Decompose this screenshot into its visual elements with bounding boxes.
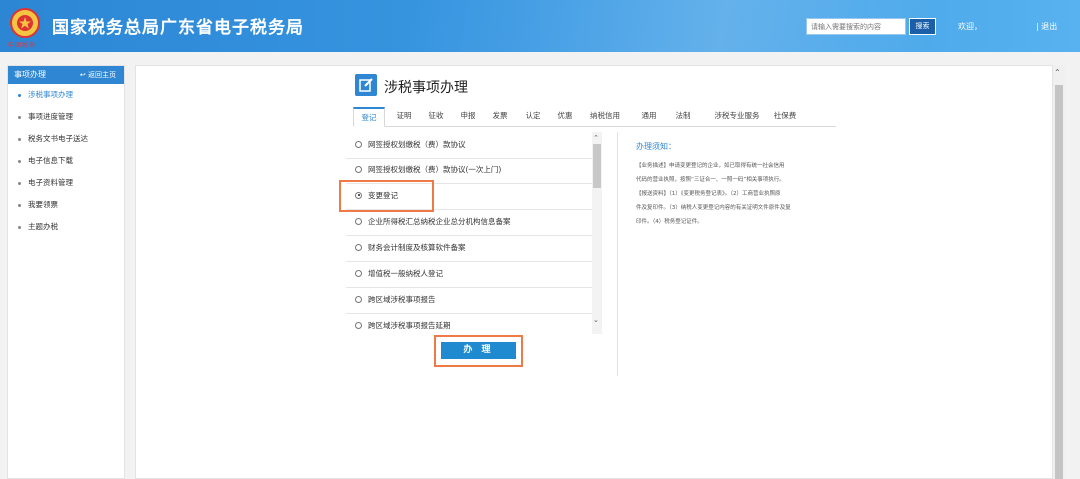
list-item[interactable]: 网签授权划缴税（费）款协议 [346, 132, 594, 159]
tab-preferential[interactable]: 优惠 [552, 107, 578, 127]
notice-line: 【业务描述】申请变更登记的企业，如已取得有统一社会信用 [636, 163, 785, 169]
radio-button[interactable] [355, 243, 362, 251]
highlight-box-selected-item [339, 180, 434, 212]
notice-line: 【报送资料】（1）《变更税务登记表》。（2）工商营业执照原 [636, 191, 781, 197]
sidebar-title: 事项办理 [14, 70, 46, 79]
list-item-label: 网签授权划缴税（费）款协议 [368, 140, 466, 149]
list-item[interactable]: 跨区域涉税事项报告延期 [346, 313, 594, 337]
top-header: 中国税务 国家税务总局广东省电子税务局 搜索 欢迎， | 退出 [0, 0, 1080, 52]
sidebar-item-invoice[interactable]: 我要领票 [8, 194, 124, 216]
tab-certificate[interactable]: 证明 [391, 107, 417, 127]
bullet-icon [18, 203, 21, 207]
list-scrollbar[interactable]: ⌃ ⌄ [592, 132, 602, 334]
scrollbar-thumb[interactable] [1055, 85, 1063, 479]
sidebar-header: 事项办理 ↩ 返回主页 [8, 66, 124, 84]
radio-button[interactable] [355, 217, 362, 225]
list-scrollbar-thumb[interactable] [593, 144, 601, 188]
bullet-icon [18, 159, 21, 163]
radio-button[interactable] [355, 269, 362, 277]
search-input[interactable] [806, 18, 906, 35]
logo-caption: 中国税务 [8, 42, 37, 49]
sidebar-item-progress[interactable]: 事项进度管理 [8, 106, 124, 128]
tab-invoice[interactable]: 发票 [487, 107, 513, 127]
welcome-text: 欢迎， [958, 22, 982, 31]
search-button[interactable]: 搜索 [909, 18, 936, 35]
item-list: 网签授权划缴税（费）款协议 网签授权划缴税（费）款协议(一次上门) 变更登记 企… [346, 132, 604, 337]
list-item-label: 企业所得税汇总纳税企业总分机构信息备案 [368, 217, 511, 226]
category-tabs: 登记 证明 征收 申报 发票 认定 优惠 纳税信用 通用 法制 涉税专业服务 社… [353, 107, 836, 127]
sidebar-item-tax-matters[interactable]: 涉税事项办理 [8, 84, 124, 106]
logout-link[interactable]: | 退出 [1036, 21, 1057, 32]
list-item[interactable]: 财务会计制度及核算软件备案 [346, 235, 594, 262]
sidebar-item-label: 涉税事项办理 [28, 90, 73, 99]
bullet-icon [18, 181, 21, 185]
list-item-label: 财务会计制度及核算软件备案 [368, 243, 466, 252]
list-item[interactable]: 增值税一般纳税人登记 [346, 261, 594, 288]
tab-professional-service[interactable]: 涉税专业服务 [705, 107, 769, 127]
site-title: 国家税务总局广东省电子税务局 [52, 18, 304, 38]
list-item[interactable]: 跨区域涉税事项报告 [346, 287, 594, 314]
chevron-up-icon[interactable]: ⌃ [593, 134, 599, 142]
sidebar-item-label: 电子信息下载 [28, 156, 73, 165]
radio-button[interactable] [355, 165, 362, 173]
sidebar-item-download[interactable]: 电子信息下载 [8, 150, 124, 172]
sidebar: 事项办理 ↩ 返回主页 涉税事项办理 事项进度管理 税务文书电子送达 电子信息下… [7, 65, 125, 479]
list-item-label: 增值税一般纳税人登记 [368, 269, 443, 278]
bullet-icon [18, 115, 21, 119]
sidebar-item-label: 事项进度管理 [28, 112, 73, 121]
scroll-up-icon[interactable]: ⌃ [1054, 68, 1061, 77]
submit-button[interactable]: 办 理 [441, 342, 516, 359]
page-scrollbar[interactable]: ⌃ [1053, 65, 1065, 479]
notice-title: 办理须知： [636, 142, 676, 151]
tab-registration[interactable]: 登记 [353, 107, 385, 127]
edit-icon [355, 74, 377, 96]
list-item-label: 跨区域涉税事项报告延期 [368, 321, 451, 330]
list-item-label: 跨区域涉税事项报告 [368, 295, 436, 304]
sidebar-item-label: 我要领票 [28, 200, 58, 209]
bullet-icon [18, 93, 21, 97]
sidebar-item-documents[interactable]: 电子资料管理 [8, 172, 124, 194]
list-item[interactable]: 企业所得税汇总纳税企业总分机构信息备案 [346, 209, 594, 236]
sidebar-item-label: 主题办税 [28, 222, 58, 231]
radio-button[interactable] [355, 140, 362, 148]
notice-line: 印件。（4）税务登记证件。 [636, 219, 703, 225]
sidebar-item-e-delivery[interactable]: 税务文书电子送达 [8, 128, 124, 150]
notice-line: 代码的营业执照，按照“三证合一、一照一码”相关事项执行。 [636, 177, 785, 183]
radio-button[interactable] [355, 321, 362, 329]
divider [617, 132, 618, 376]
sidebar-item-label: 电子资料管理 [28, 178, 73, 187]
sidebar-item-theme[interactable]: 主题办税 [8, 216, 124, 238]
notice-line: 件及复印件。（3）纳税人变更登记内容的有关证明文件原件及复 [636, 205, 791, 211]
tab-social-insurance[interactable]: 社保费 [769, 107, 801, 127]
list-item-label: 网签授权划缴税（费）款协议(一次上门) [368, 165, 502, 174]
tax-emblem-icon [10, 8, 40, 38]
chevron-down-icon[interactable]: ⌄ [593, 316, 599, 324]
tab-collection[interactable]: 征收 [423, 107, 449, 127]
radio-button[interactable] [355, 295, 362, 303]
sidebar-item-label: 税务文书电子送达 [28, 134, 88, 143]
tab-legal[interactable]: 法制 [670, 107, 696, 127]
page-title: 涉税事项办理 [384, 80, 468, 96]
tab-recognition[interactable]: 认定 [520, 107, 546, 127]
tab-declaration[interactable]: 申报 [455, 107, 481, 127]
back-home-link[interactable]: ↩ 返回主页 [80, 66, 116, 84]
tab-credit[interactable]: 纳税信用 [585, 107, 625, 127]
bullet-icon [18, 225, 21, 229]
bullet-icon [18, 137, 21, 141]
tab-general[interactable]: 通用 [636, 107, 662, 127]
